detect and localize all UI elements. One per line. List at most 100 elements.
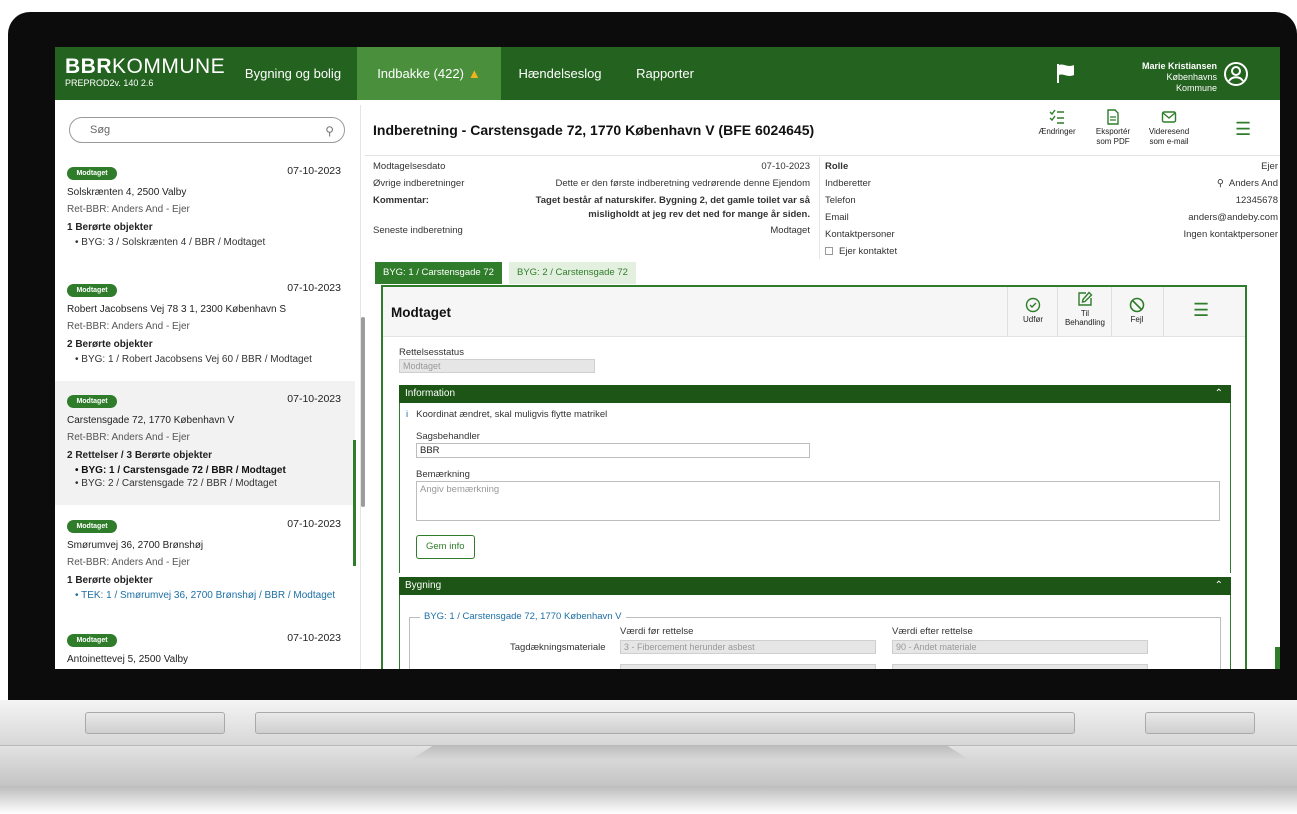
information-section-header[interactable]: Information ⌃ xyxy=(399,385,1231,403)
section-title: Bygning xyxy=(405,580,442,591)
col-before-label: Værdi før rettelse xyxy=(620,626,694,637)
item-object: • BYG: 3 / Solskrænten 4 / BBR / Modtage… xyxy=(75,237,266,248)
bygning-section-header[interactable]: Bygning ⌃ xyxy=(399,577,1231,595)
chevron-up-icon[interactable]: ⌃ xyxy=(1215,385,1223,403)
item-address: Carstensgade 72, 1770 København V xyxy=(67,415,235,426)
info-separator xyxy=(819,157,820,259)
til-behandling-button[interactable]: Til Behandling xyxy=(1063,291,1107,327)
brand-logo[interactable]: BBRKOMMUNE PREPROD2v. 140 2.6 xyxy=(65,56,225,89)
inbox-item[interactable]: Modtaget 07-10-2023 Solskrænten 4, 2500 … xyxy=(55,153,355,263)
info-label: Seneste indberetning xyxy=(373,225,463,236)
sagsbehandler-input[interactable]: BBR xyxy=(416,443,810,458)
base-port xyxy=(85,712,225,734)
info-label: Rolle xyxy=(825,161,849,172)
main-content: Indberetning - Carstensgade 72, 1770 Køb… xyxy=(365,105,1280,669)
inbox-panel: Søg ⚲ Modtaget 07-10-2023 Solskrænten 4,… xyxy=(55,105,361,669)
flag-icon[interactable] xyxy=(1055,62,1077,84)
item-object: • BYG: 1 / Robert Jacobsens Vej 60 / BBR… xyxy=(75,354,312,365)
search-input[interactable]: Søg ⚲ xyxy=(69,117,345,143)
user-avatar-icon[interactable] xyxy=(1223,61,1249,87)
panel-header: Modtaget Udfør Til Behandling Fejl ☰ xyxy=(383,287,1245,337)
info-label: Email xyxy=(825,212,849,223)
nav-tab-bygning-og-bolig[interactable]: Bygning og bolig xyxy=(233,47,353,100)
tool-label: som e-mail xyxy=(1149,137,1189,146)
panel-title: Modtaget xyxy=(391,305,451,320)
toolbar-separator xyxy=(1111,287,1112,337)
nav-tab-indbakke[interactable]: Indbakke (422) ▲ xyxy=(357,47,501,100)
search-icon[interactable]: ⚲ xyxy=(325,124,334,138)
info-icon: i xyxy=(406,409,409,420)
tab-byg-2[interactable]: BYG: 2 / Carstensgade 72 xyxy=(509,262,636,284)
nav-tab-rapporter[interactable]: Rapporter xyxy=(620,47,710,100)
inbox-item[interactable]: Modtaget 07-10-2023 Antoinettevej 5, 250… xyxy=(55,620,355,669)
correction-panel: Modtaget Udfør Til Behandling Fejl ☰ Ret… xyxy=(381,285,1247,669)
keyboard-hinge xyxy=(255,712,1075,734)
item-address: Robert Jacobsens Vej 78 3 1, 2300 Københ… xyxy=(67,304,287,315)
item-object: • BYG: 2 / Carstensgade 72 / BBR / Modta… xyxy=(75,478,277,489)
sagsbehandler-label: Sagsbehandler xyxy=(416,431,480,442)
key-icon: ⚲ xyxy=(1216,178,1224,189)
app-screen: BBRKOMMUNE PREPROD2v. 140 2.6 Bygning og… xyxy=(55,47,1280,669)
inbox-item[interactable]: Modtaget 07-10-2023 Smørumvej 36, 2700 B… xyxy=(55,506,355,616)
tool-label: Behandling xyxy=(1064,318,1106,327)
forward-email-button[interactable]: Videresend som e-mail xyxy=(1145,109,1193,147)
tool-label: Eksportér xyxy=(1095,127,1131,136)
document-icon xyxy=(1107,109,1119,125)
user-info[interactable]: Marie Kristiansen Københavns Kommune xyxy=(1127,61,1217,94)
info-value: 12345678 xyxy=(1235,195,1278,206)
udfoer-button[interactable]: Udfør xyxy=(1013,297,1053,324)
gem-info-button[interactable]: Gem info xyxy=(416,535,475,559)
item-object: • TEK: 1 / Smørumvej 36, 2700 Brønshøj /… xyxy=(75,590,336,601)
item-reporter: Ret-BBR: Anders And - Ejer xyxy=(67,204,190,215)
item-reporter: Ret-BBR: Anders And - Ejer xyxy=(67,432,190,443)
fieldset-legend: BYG: 1 / Carstensgade 72, 1770 København… xyxy=(420,611,626,622)
building-fieldset: BYG: 1 / Carstensgade 72, 1770 København… xyxy=(409,611,1221,669)
status-badge: Modtaget xyxy=(67,395,117,408)
page-title: Indberetning - Carstensgade 72, 1770 Køb… xyxy=(373,122,815,138)
nav-tab-label: Bygning og bolig xyxy=(244,66,342,81)
info-value: misligholdt at jeg rev det ned for mange… xyxy=(588,209,810,220)
user-name: Marie Kristiansen xyxy=(1141,61,1217,71)
toolbar-separator xyxy=(1057,287,1058,337)
tool-label: Til xyxy=(1080,309,1090,318)
brand-version: PREPROD2v. 140 2.6 xyxy=(65,78,154,88)
item-count: 2 Rettelser / 3 Berørte objekter xyxy=(67,450,213,461)
fejl-button[interactable]: Fejl xyxy=(1117,297,1157,324)
checkbox[interactable] xyxy=(825,247,833,255)
record-tab[interactable] xyxy=(1275,647,1280,669)
item-date: 07-10-2023 xyxy=(287,393,341,405)
nav-tab-haendelseslog[interactable]: Hændelseslog xyxy=(505,47,615,100)
inbox-item-selected[interactable]: Modtaget 07-10-2023 Carstensgade 72, 177… xyxy=(55,381,355,505)
chevron-up-icon[interactable]: ⌃ xyxy=(1215,577,1223,595)
export-pdf-button[interactable]: Eksportér som PDF xyxy=(1089,109,1137,147)
after-value: 90 - Andet materiale xyxy=(892,640,1148,654)
before-value: 3 - Fibercement herunder asbest xyxy=(620,640,876,654)
nav-tab-label: Indbakke (422) xyxy=(377,66,464,81)
nav-tab-label: Rapporter xyxy=(636,66,694,81)
bemaerkning-textarea[interactable]: Angiv bemærkning xyxy=(416,481,1220,521)
tool-label: Videresend xyxy=(1148,127,1190,136)
info-value: anders@andeby.com xyxy=(1188,212,1278,223)
status-field: Modtaget xyxy=(399,359,595,373)
tab-byg-1[interactable]: BYG: 1 / Carstensgade 72 xyxy=(375,262,502,284)
status-label: Rettelsesstatus xyxy=(399,347,464,358)
field-label: Tagdækningsmateriale xyxy=(510,642,606,653)
user-org: Københavns Kommune xyxy=(1166,72,1217,93)
base-port xyxy=(1145,712,1255,734)
aendringer-button[interactable]: Ændringer xyxy=(1033,109,1081,137)
info-value: Modtaget xyxy=(770,225,810,236)
tool-label: Udfør xyxy=(1023,315,1043,324)
status-badge: Modtaget xyxy=(67,167,117,180)
hamburger-menu-icon[interactable]: ☰ xyxy=(1235,119,1251,140)
item-reporter: Ret-BBR: Anders And - Ejer xyxy=(67,557,190,568)
item-address: Antoinettevej 5, 2500 Valby xyxy=(67,654,189,665)
info-value: Dette er den første indberetning vedrøre… xyxy=(555,178,810,189)
building-tabs: BYG: 1 / Carstensgade 72 BYG: 2 / Carste… xyxy=(375,262,775,284)
before-value-next xyxy=(620,664,876,669)
inbox-item[interactable]: Modtaget 07-10-2023 Robert Jacobsens Vej… xyxy=(55,270,355,380)
item-address: Solskrænten 4, 2500 Valby xyxy=(67,187,187,198)
trackpad-notch xyxy=(410,746,970,760)
info-label: Øvrige indberetninger xyxy=(373,178,465,189)
panel-menu-icon[interactable]: ☰ xyxy=(1193,300,1209,321)
ejer-kontaktet-checkbox[interactable]: Ejer kontaktet xyxy=(825,246,897,257)
